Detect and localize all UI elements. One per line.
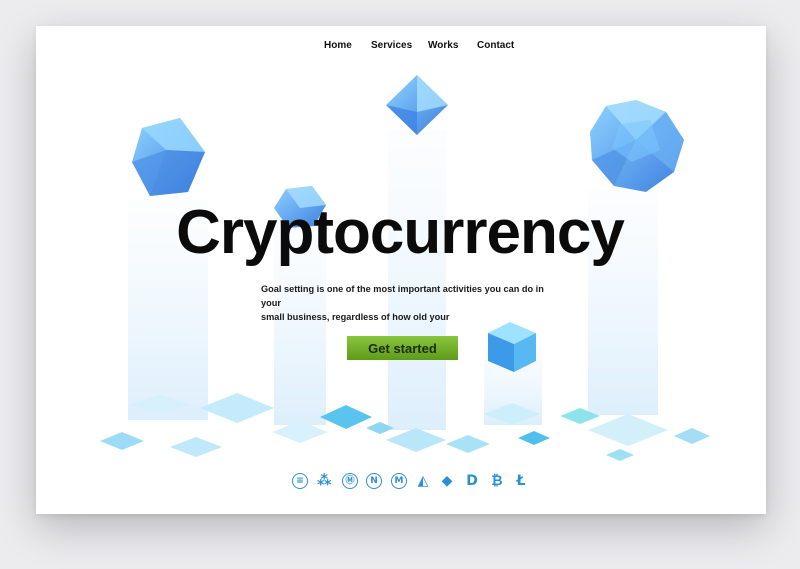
nem-coin-icon: N xyxy=(366,473,382,489)
hero-description: Goal setting is one of the most importan… xyxy=(261,282,561,324)
monero-coin-icon: Ⓜ xyxy=(342,473,358,489)
floor-tile xyxy=(606,449,634,461)
dash-coin-icon: ≡ xyxy=(292,473,308,489)
floor-tile xyxy=(100,432,144,450)
monero-m-coin-icon: M xyxy=(391,473,407,489)
light-beam xyxy=(388,130,446,430)
floor-tile xyxy=(588,414,668,446)
dash-d-coin-icon: D xyxy=(466,473,478,489)
top-navigation: Home Services Works Contact xyxy=(0,40,800,54)
get-started-button[interactable]: Get started xyxy=(347,336,458,360)
crystal-star-right xyxy=(590,100,684,192)
floor-tile xyxy=(518,431,550,445)
nav-link-works[interactable]: Works xyxy=(428,40,458,51)
floor-tile xyxy=(320,405,372,429)
floor-tile xyxy=(446,435,490,453)
bitcoin-coin-icon: ₿ xyxy=(491,473,503,489)
ripple-coin-icon: ⁂ xyxy=(317,473,332,489)
floor-tile xyxy=(674,428,710,444)
floor-tile xyxy=(386,428,446,452)
floor-tile xyxy=(200,393,274,423)
litecoin-coin-icon: Ł xyxy=(516,473,526,489)
hero-description-line-1: Goal setting is one of the most importan… xyxy=(261,284,544,308)
hero-description-line-2: small business, regardless of how old yo… xyxy=(261,312,450,322)
nav-link-home[interactable]: Home xyxy=(324,40,352,51)
crystal-left xyxy=(132,118,205,196)
hero-title: Cryptocurrency xyxy=(176,198,625,267)
nav-link-services[interactable]: Services xyxy=(371,40,412,51)
lisk-coin-icon: ◭ xyxy=(417,473,429,489)
ethereum-coin-icon: ◆ xyxy=(441,473,453,489)
nav-link-contact[interactable]: Contact xyxy=(477,40,514,51)
crystal-octahedron-top xyxy=(386,75,448,135)
coin-icon-row: ≡ ⁂ Ⓜ N M ◭ ◆ D ₿ Ł xyxy=(0,473,800,491)
floor-tile xyxy=(170,437,222,457)
